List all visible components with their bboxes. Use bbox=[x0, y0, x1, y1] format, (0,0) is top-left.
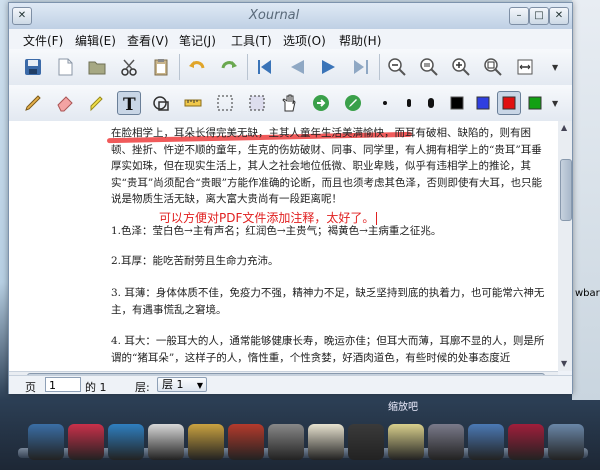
select-rectangle-icon[interactable] bbox=[245, 91, 269, 115]
save-icon[interactable] bbox=[21, 55, 45, 79]
title-bar[interactable]: ✕ Xournal – □ ✕ bbox=[9, 3, 572, 30]
xournal-window: ✕ Xournal – □ ✕ 文件(F) 编辑(E) 查看(V) 笔记(J) … bbox=[8, 2, 573, 394]
vertical-scroll-thumb[interactable] bbox=[560, 159, 572, 221]
zoom-in-icon[interactable] bbox=[449, 55, 473, 79]
shape-recognizer-icon[interactable] bbox=[149, 91, 173, 115]
globe-icon[interactable] bbox=[108, 424, 144, 460]
menu-bar: 文件(F) 编辑(E) 查看(V) 笔记(J) 工具(T) 选项(O) 帮助(H… bbox=[9, 29, 572, 50]
last-page-icon[interactable] bbox=[349, 55, 373, 79]
menu-view[interactable]: 查看(V) bbox=[127, 32, 169, 49]
chevron-down-icon: ▼ bbox=[196, 381, 203, 390]
color-blue-swatch[interactable] bbox=[471, 91, 495, 115]
document-paragraph-thin: 3. 耳薄：身体体质不佳，免疫力不强，精神力不足，缺乏坚持到底的执着力，也可能常… bbox=[111, 287, 545, 316]
svg-text:T: T bbox=[123, 95, 136, 113]
toolbar-separator bbox=[247, 54, 248, 80]
cut-icon[interactable] bbox=[117, 55, 141, 79]
toolbar-separator bbox=[379, 54, 380, 80]
window-icon[interactable] bbox=[468, 424, 504, 460]
ruler-icon[interactable] bbox=[181, 91, 205, 115]
document-paragraph-big: 4. 耳大：一般耳大的人，通常能够健康长寿，晚运亦佳；但耳大而薄，耳廓不显的人，… bbox=[111, 335, 545, 364]
eraser-icon[interactable] bbox=[53, 91, 77, 115]
layer-value: 层 1 bbox=[162, 378, 184, 391]
music-icon[interactable] bbox=[188, 424, 224, 460]
redo-icon[interactable] bbox=[217, 55, 241, 79]
window-close-left-icon[interactable]: ✕ bbox=[12, 7, 32, 25]
user-icon[interactable] bbox=[148, 424, 184, 460]
toolbar2-overflow-icon[interactable]: ▼ bbox=[552, 99, 558, 108]
scroll-up-icon[interactable]: ▲ bbox=[561, 123, 567, 132]
scroll-down-icon[interactable]: ▼ bbox=[561, 359, 567, 368]
menu-help[interactable]: 帮助(H) bbox=[339, 32, 381, 49]
minimize-button[interactable]: – bbox=[509, 7, 529, 25]
color-black-swatch[interactable] bbox=[445, 91, 469, 115]
menu-journal[interactable]: 笔记(J) bbox=[179, 32, 216, 49]
text-tool-icon[interactable]: T bbox=[117, 91, 141, 115]
desktop-caption: 缩放吧 bbox=[388, 402, 418, 413]
desktop-right-panel bbox=[572, 0, 600, 400]
close-button[interactable]: ✕ bbox=[549, 7, 569, 25]
layer-label: 层: bbox=[135, 381, 150, 394]
tools-toolbar: T ▼ bbox=[9, 85, 572, 122]
thick-dot-icon[interactable] bbox=[419, 91, 443, 115]
page-width-icon[interactable] bbox=[513, 55, 537, 79]
zoom-fullscreen-icon[interactable] bbox=[481, 55, 505, 79]
zoom-reset-icon[interactable] bbox=[417, 55, 441, 79]
menu-file[interactable]: 文件(F) bbox=[23, 32, 63, 49]
default-tool-icon[interactable] bbox=[309, 91, 333, 115]
layer-select[interactable]: 层 1 ▼ bbox=[157, 377, 207, 392]
toolbar-overflow-icon[interactable]: ▼ bbox=[552, 63, 558, 72]
network-icon[interactable] bbox=[548, 424, 584, 460]
document-paragraph-thick: 2.耳厚：能吃苦耐劳且生命力充沛。 bbox=[111, 255, 279, 267]
page-number-input[interactable]: 1 bbox=[45, 377, 81, 392]
pen-icon[interactable] bbox=[21, 91, 45, 115]
default-pen-icon[interactable] bbox=[341, 91, 365, 115]
vertical-scrollbar[interactable]: ▲ ▼ bbox=[558, 121, 572, 371]
main-toolbar: ▼ bbox=[9, 49, 572, 86]
folder-icon[interactable] bbox=[28, 424, 64, 460]
page-count-label: 的 1 bbox=[85, 381, 107, 394]
menu-tools[interactable]: 工具(T) bbox=[231, 32, 272, 49]
terminal-icon[interactable] bbox=[348, 424, 384, 460]
tools-icon[interactable] bbox=[228, 424, 264, 460]
color-green-swatch[interactable] bbox=[523, 91, 547, 115]
document-paragraph-intro: 在脸相学上，耳朵长得完美无缺，主其人童年生活美满愉快，而耳有破相、缺陷的，则有困… bbox=[111, 127, 542, 205]
maximize-button[interactable]: □ bbox=[529, 7, 549, 25]
desktop-side-label: wbar bbox=[575, 288, 600, 299]
update-icon[interactable] bbox=[508, 424, 544, 460]
undo-icon[interactable] bbox=[185, 55, 209, 79]
color-red-swatch[interactable] bbox=[497, 91, 521, 115]
document-paragraph-color: 1.色泽：莹白色→主有声名；红润色→主贵气；褐黄色→主病重之征兆。 bbox=[111, 225, 442, 237]
settings-icon[interactable] bbox=[268, 424, 304, 460]
previous-page-icon[interactable] bbox=[285, 55, 309, 79]
new-page-icon[interactable] bbox=[53, 55, 77, 79]
menu-edit[interactable]: 编辑(E) bbox=[75, 32, 116, 49]
next-page-icon[interactable] bbox=[317, 55, 341, 79]
drive-icon[interactable] bbox=[428, 424, 464, 460]
first-page-icon[interactable] bbox=[253, 55, 277, 79]
select-region-icon[interactable] bbox=[213, 91, 237, 115]
app-red-icon[interactable] bbox=[68, 424, 104, 460]
document-icon[interactable] bbox=[308, 424, 344, 460]
window-title: Xournal bbox=[249, 8, 300, 23]
open-folder-icon[interactable] bbox=[85, 55, 109, 79]
status-bar: 页 1 的 1 层: 层 1 ▼ bbox=[9, 375, 572, 394]
highlighter-icon[interactable] bbox=[85, 91, 109, 115]
paste-icon[interactable] bbox=[149, 55, 173, 79]
menu-options[interactable]: 选项(O) bbox=[283, 32, 326, 49]
document-canvas[interactable]: 在脸相学上，耳朵长得完美无缺，主其人童年生活美满愉快，而耳有破相、缺陷的，则有困… bbox=[9, 121, 559, 371]
zoom-out-icon[interactable] bbox=[385, 55, 409, 79]
hand-icon[interactable] bbox=[277, 91, 301, 115]
toolbar-separator bbox=[179, 54, 180, 80]
page-label: 页 bbox=[25, 381, 36, 394]
notepad-icon[interactable] bbox=[388, 424, 424, 460]
thin-dot-icon[interactable] bbox=[373, 91, 397, 115]
medium-dot-icon[interactable] bbox=[397, 91, 421, 115]
